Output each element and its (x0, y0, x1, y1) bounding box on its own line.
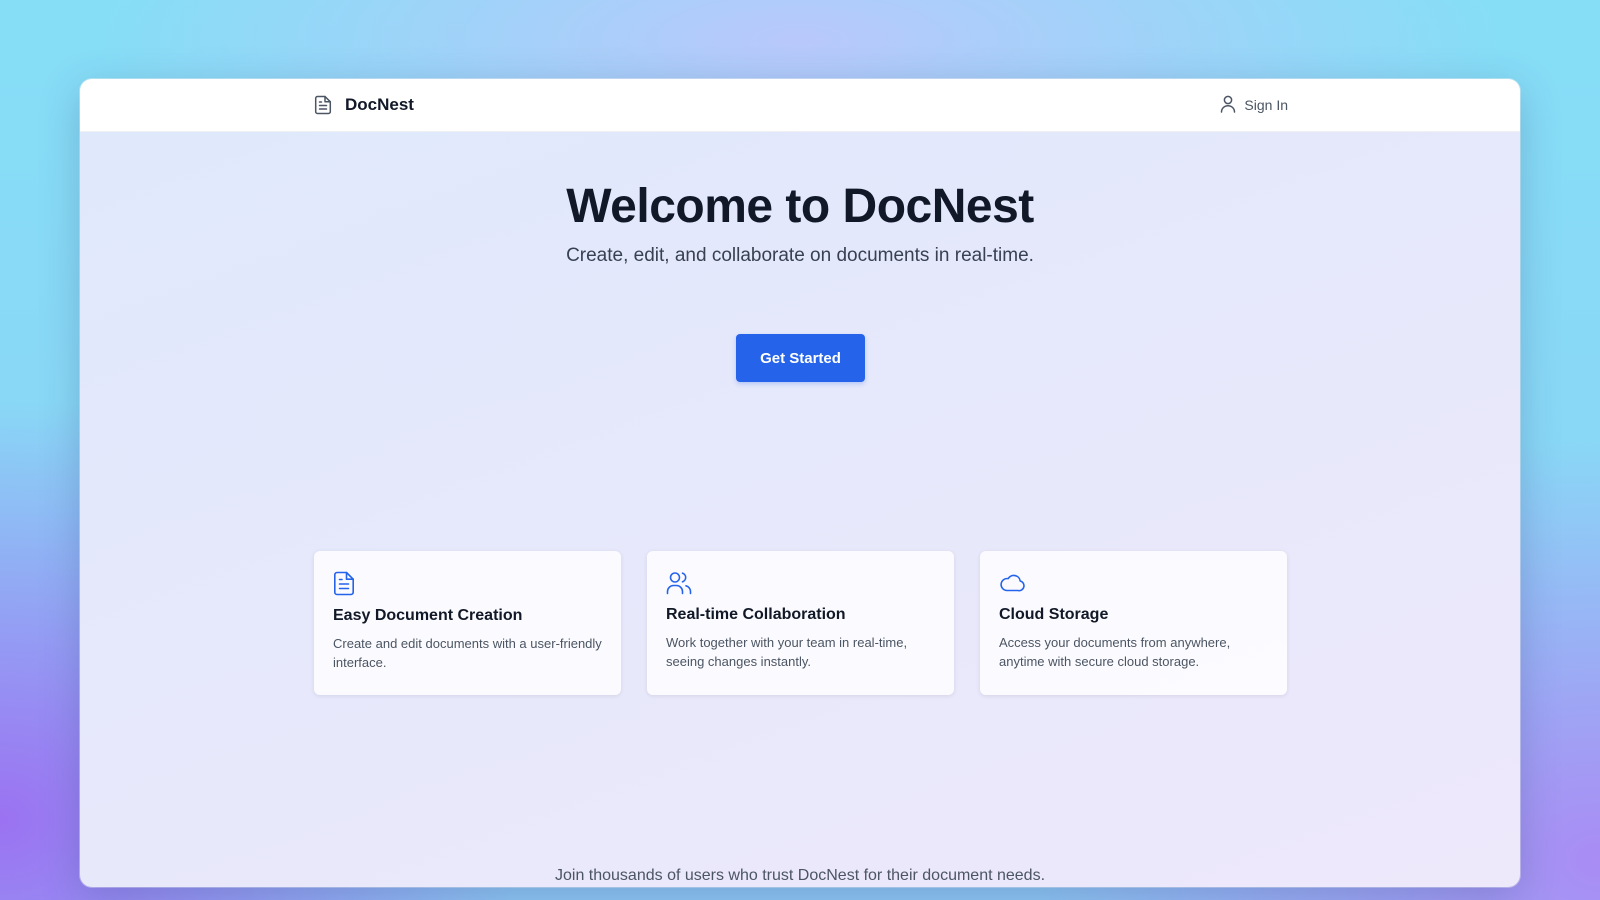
feature-card-document-creation: Easy Document Creation Create and edit d… (314, 551, 621, 695)
feature-description: Access your documents from anywhere, any… (999, 635, 1231, 669)
feature-cards: Easy Document Creation Create and edit d… (314, 551, 1288, 695)
hero-subtitle: Create, edit, and collaborate on documen… (566, 245, 1034, 266)
app-window: DocNest Sign In Welcome to DocNest Creat… (80, 79, 1520, 887)
feature-title: Easy Document Creation (333, 607, 523, 624)
document-icon (333, 571, 602, 596)
brand[interactable]: DocNest (314, 79, 414, 131)
sign-in-link[interactable]: Sign In (1220, 79, 1288, 131)
get-started-button[interactable]: Get Started (736, 334, 865, 382)
sign-in-label: Sign In (1244, 97, 1288, 113)
page-title: Welcome to DocNest (566, 180, 1034, 233)
users-icon (666, 571, 935, 595)
brand-name: DocNest (345, 95, 414, 114)
document-icon (314, 95, 332, 115)
feature-description: Create and edit documents with a user-fr… (333, 636, 602, 670)
feature-title: Cloud Storage (999, 606, 1109, 623)
navbar: DocNest Sign In (80, 79, 1520, 132)
cloud-icon (999, 571, 1268, 595)
feature-card-collaboration: Real-time Collaboration Work together wi… (647, 551, 954, 695)
user-icon (1220, 95, 1236, 116)
footer-tagline: Join thousands of users who trust DocNes… (554, 867, 1046, 884)
feature-description: Work together with your team in real-tim… (666, 635, 908, 669)
feature-card-cloud-storage: Cloud Storage Access your documents from… (980, 551, 1287, 695)
feature-title: Real-time Collaboration (666, 606, 846, 623)
